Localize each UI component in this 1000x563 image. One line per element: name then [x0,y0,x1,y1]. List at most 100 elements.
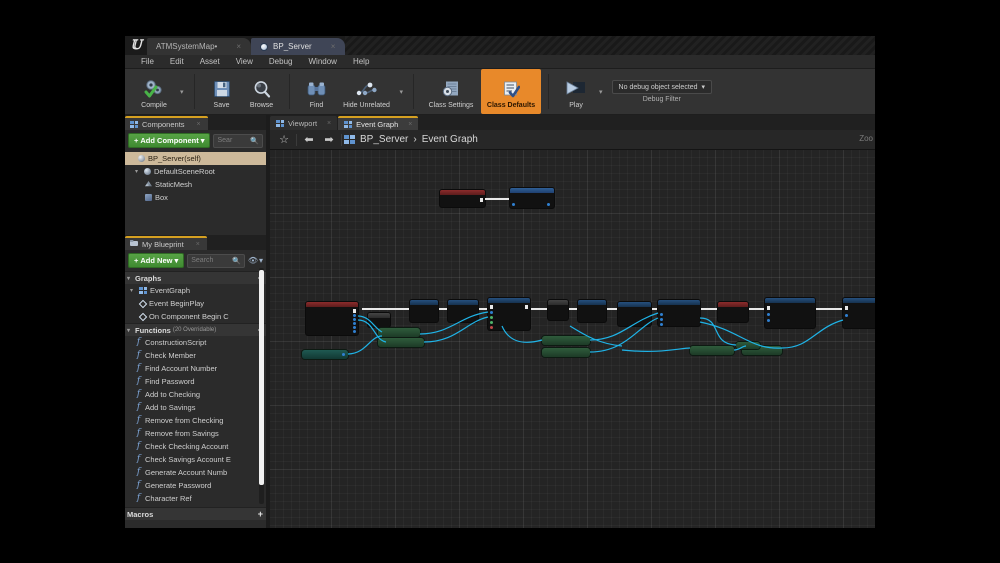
graph-node[interactable] [658,300,700,326]
node-pin[interactable] [547,203,550,206]
add-macro-button[interactable]: + [258,509,263,519]
graph-node-reroute[interactable] [736,342,760,349]
graph-node[interactable] [578,300,606,322]
function-item-check-member[interactable]: 𝑓 Check Member [125,349,266,362]
tab-viewport[interactable]: Viewport × [270,116,338,130]
function-item-remove-from-checking[interactable]: 𝑓 Remove from Checking [125,414,266,427]
node-pin[interactable] [660,313,663,316]
graph-node-variable[interactable] [542,348,590,357]
node-pin-exec[interactable] [490,305,493,309]
breadcrumb-item-bp-server[interactable]: BP_Server [360,134,408,145]
tree-arrow[interactable]: ▾ [127,327,133,334]
node-pin[interactable] [353,330,356,333]
graph-node[interactable] [448,300,478,322]
event-graph-canvas[interactable] [270,150,875,528]
function-item-character-ref[interactable]: 𝑓 Character Ref [125,492,266,505]
node-pin[interactable] [342,353,345,356]
component-row-box[interactable]: Box [125,191,266,204]
hide-unrelated-dropdown-arrow[interactable]: ▾ [397,69,407,114]
close-icon[interactable]: × [196,241,200,248]
compile-dropdown-arrow[interactable]: ▾ [177,69,187,114]
arrow-right-icon[interactable]: ➡ [319,130,339,150]
close-icon[interactable]: × [331,42,336,51]
close-icon[interactable]: × [197,121,201,128]
class-defaults-button[interactable]: Class Defaults [481,69,542,114]
function-item-generate-account-number[interactable]: 𝑓 Generate Account Numb [125,466,266,479]
tree-arrow[interactable]: ▾ [135,168,141,175]
major-tab-atmsystemmap[interactable]: ATMSystemMap• × [147,38,252,55]
node-pin[interactable] [480,198,483,202]
graph-item-eventgraph[interactable]: ▾ EventGraph [125,284,266,297]
node-pin[interactable] [490,316,493,319]
node-pin[interactable] [353,318,356,321]
component-row-bp-server-self[interactable]: BP_Server(self) [125,152,266,165]
unreal-logo-icon[interactable]: 𝕌 [125,36,147,55]
graph-node-small[interactable] [548,300,568,320]
node-pin[interactable] [353,326,356,329]
graph-item-event-beginplay[interactable]: Event BeginPlay [125,297,266,310]
function-item-generate-password[interactable]: 𝑓 Generate Password [125,479,266,492]
tab-my-blueprint[interactable]: My Blueprint × [125,236,207,250]
browse-button[interactable]: Browse [242,69,282,114]
function-item-remove-from-savings[interactable]: 𝑓 Remove from Savings [125,427,266,440]
graph-node[interactable] [440,190,485,207]
function-item-find-account-number[interactable]: 𝑓 Find Account Number [125,362,266,375]
my-blueprint-search-input[interactable]: Search 🔍 [187,253,245,268]
close-icon[interactable]: × [236,42,241,51]
save-button[interactable]: Save [202,69,242,114]
node-pin[interactable] [660,318,663,321]
menu-debug[interactable]: Debug [261,55,301,69]
close-icon[interactable]: × [327,120,331,127]
components-search-input[interactable]: Sear 🔍 [213,133,263,148]
node-pin[interactable] [353,314,356,317]
graph-node[interactable] [410,300,438,322]
menu-view[interactable]: View [228,55,261,69]
node-pin[interactable] [353,322,356,325]
graph-node[interactable] [618,302,651,326]
add-component-button[interactable]: + Add Component ▾ [128,133,211,148]
graph-node-variable[interactable] [302,350,348,359]
close-icon[interactable]: × [408,121,412,128]
compile-button[interactable]: Compile [131,69,177,114]
graph-node-small[interactable] [368,313,390,327]
tab-components[interactable]: Components × [125,116,208,130]
function-item-constructionscript[interactable]: 𝑓 ConstructionScript [125,336,266,349]
title-bar-drag-area[interactable] [345,36,875,55]
add-new-button[interactable]: + Add New ▾ [128,253,185,268]
node-pin[interactable] [512,203,515,206]
breadcrumb-item-event-graph[interactable]: Event Graph [422,134,478,145]
menu-asset[interactable]: Asset [192,55,228,69]
function-item-add-to-savings[interactable]: 𝑓 Add to Savings [125,401,266,414]
class-settings-button[interactable]: Class Settings [421,69,481,114]
function-item-check-checking-account[interactable]: 𝑓 Check Checking Account [125,440,266,453]
node-pin-exec[interactable] [845,306,848,310]
find-button[interactable]: Find [297,69,337,114]
graph-node-variable[interactable] [378,328,420,337]
node-pin[interactable] [490,326,493,329]
graph-node-cast[interactable] [718,302,748,322]
menu-help[interactable]: Help [345,55,377,69]
graph-node[interactable] [765,298,815,328]
section-header-graphs[interactable]: ▾ Graphs + [125,271,266,284]
node-pin[interactable] [660,323,663,326]
node-pin-exec[interactable] [525,305,528,309]
play-dropdown-arrow[interactable]: ▾ [596,69,606,114]
function-item-find-password[interactable]: 𝑓 Find Password [125,375,266,388]
visibility-options-button[interactable]: 👁 ▾ [248,256,263,265]
node-pin[interactable] [767,319,770,322]
my-blueprint-scrollbar-thumb[interactable] [259,270,264,485]
node-pin[interactable] [845,314,848,317]
graph-node-variable[interactable] [542,336,590,345]
graph-node-branch[interactable] [488,298,530,330]
graph-item-on-component-begin-overlap[interactable]: On Component Begin C [125,310,266,323]
graph-node[interactable] [510,188,554,208]
tree-arrow[interactable]: ▾ [127,275,133,282]
hide-unrelated-button[interactable]: Hide Unrelated [337,69,397,114]
node-pin[interactable] [767,313,770,316]
section-header-functions[interactable]: ▾ Functions (20 Overridable) + [125,323,266,336]
star-icon[interactable]: ☆ [274,130,294,150]
node-pin-exec[interactable] [767,306,770,310]
play-button[interactable]: Play [556,69,596,114]
menu-edit[interactable]: Edit [162,55,192,69]
node-pin[interactable] [490,311,493,314]
